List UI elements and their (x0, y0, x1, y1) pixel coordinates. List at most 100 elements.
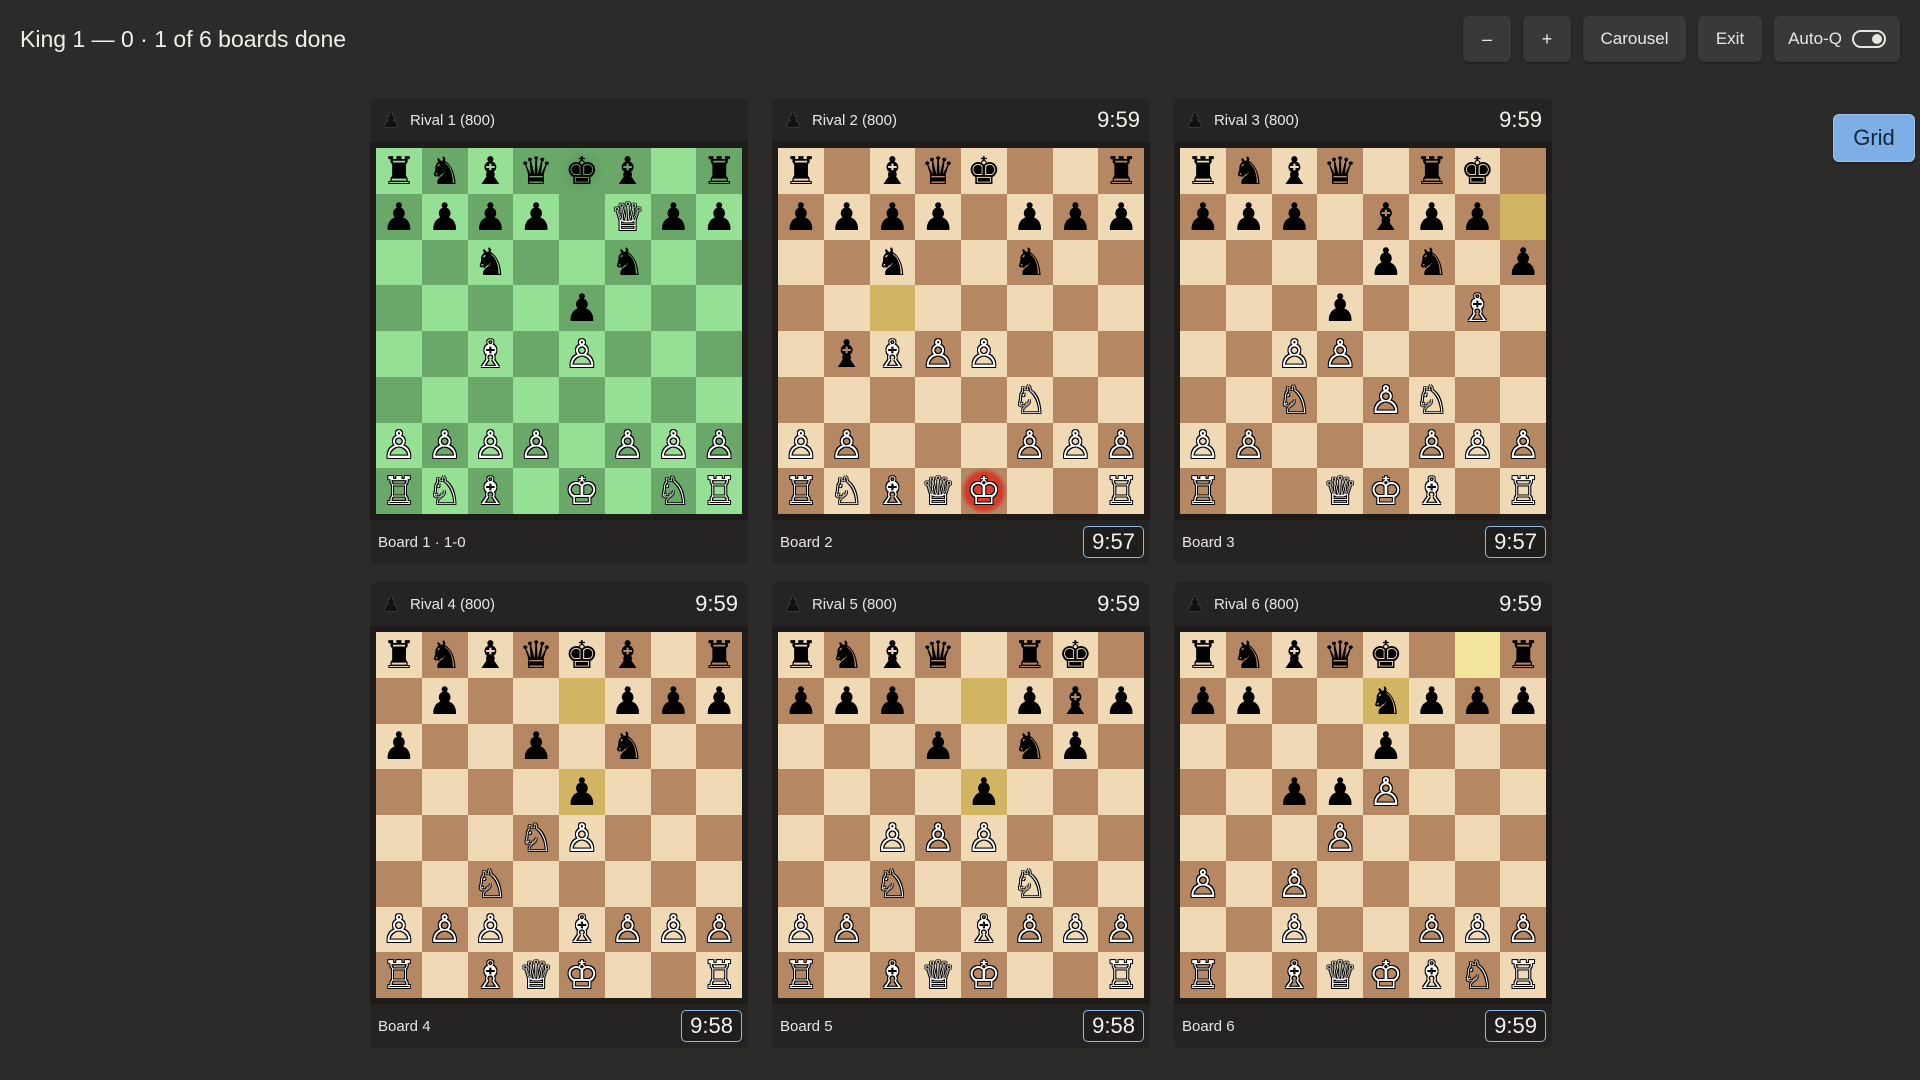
square-d1[interactable] (513, 468, 559, 514)
square-d4[interactable]: ♘ (513, 815, 559, 861)
black-king-icon[interactable]: ♚ (565, 152, 599, 190)
square-a3[interactable] (778, 860, 824, 907)
white-bishop-icon[interactable]: ♗ (875, 956, 909, 994)
square-e8[interactable] (1363, 148, 1409, 194)
square-f6[interactable]: ♞ (1006, 723, 1053, 770)
square-e6[interactable] (961, 239, 1007, 286)
square-h5[interactable] (1098, 285, 1144, 331)
black-queen-icon[interactable]: ♛ (921, 152, 955, 190)
square-e1[interactable]: ♔ (1363, 952, 1409, 998)
white-king-icon[interactable]: ♔ (565, 956, 599, 994)
square-g3[interactable] (1052, 376, 1099, 423)
white-knight-icon[interactable]: ♘ (830, 472, 864, 510)
square-f7[interactable]: ♟ (1006, 677, 1053, 724)
carousel-view-button[interactable]: Carousel (1583, 16, 1686, 62)
square-d7[interactable] (513, 677, 559, 724)
white-rook-icon[interactable]: ♖ (784, 472, 818, 510)
white-pawn-icon[interactable]: ♙ (830, 910, 864, 948)
square-d7[interactable]: ♟ (513, 193, 559, 240)
square-b7[interactable]: ♟ (421, 677, 468, 724)
square-d6[interactable] (1317, 723, 1363, 770)
white-bishop-icon[interactable]: ♗ (1415, 956, 1449, 994)
white-pawn-icon[interactable]: ♙ (921, 819, 955, 857)
square-g5[interactable] (650, 769, 697, 815)
square-c3[interactable]: ♘ (1271, 376, 1318, 423)
square-c6[interactable] (1271, 239, 1318, 286)
square-a7[interactable]: ♟ (376, 193, 422, 240)
square-d5[interactable] (915, 769, 961, 815)
square-b2[interactable]: ♙ (823, 422, 870, 469)
square-e6[interactable] (961, 723, 1007, 770)
square-c7[interactable]: ♟ (1271, 193, 1318, 240)
black-pawn-icon[interactable]: ♟ (702, 198, 736, 236)
square-e7[interactable] (559, 677, 605, 724)
white-pawn-icon[interactable]: ♙ (1277, 910, 1311, 948)
square-d8[interactable]: ♛ (1317, 632, 1363, 678)
square-g5[interactable] (1454, 769, 1501, 815)
square-d1[interactable]: ♕ (1317, 468, 1363, 514)
square-h8[interactable]: ♜ (696, 148, 742, 194)
square-f5[interactable] (1408, 769, 1455, 815)
square-f5[interactable] (1408, 285, 1455, 331)
black-pawn-icon[interactable]: ♟ (967, 773, 1001, 811)
square-f2[interactable]: ♙ (1408, 422, 1455, 469)
square-g1[interactable] (1454, 468, 1501, 514)
square-a2[interactable] (1180, 906, 1226, 953)
white-pawn-icon[interactable]: ♙ (473, 426, 507, 464)
square-e8[interactable]: ♚ (961, 148, 1007, 194)
toggle-switch-icon[interactable] (1851, 30, 1886, 48)
square-h2[interactable]: ♙ (696, 422, 742, 469)
square-f7[interactable]: ♕ (604, 193, 651, 240)
square-h2[interactable]: ♙ (1500, 906, 1546, 953)
square-g7[interactable]: ♝ (1052, 677, 1099, 724)
square-b6[interactable] (823, 723, 870, 770)
square-b1[interactable]: ♘ (823, 468, 870, 514)
square-c5[interactable] (467, 769, 514, 815)
black-knight-icon[interactable]: ♞ (473, 243, 507, 281)
square-a3[interactable] (778, 376, 824, 423)
square-f1[interactable]: ♗ (1408, 468, 1455, 514)
white-knight-icon[interactable]: ♘ (1013, 381, 1047, 419)
square-h2[interactable]: ♙ (1098, 422, 1144, 469)
square-f2[interactable]: ♙ (604, 422, 651, 469)
square-g6[interactable] (1454, 723, 1501, 770)
square-h5[interactable] (1500, 285, 1546, 331)
square-b1[interactable] (1225, 952, 1272, 998)
square-d6[interactable] (915, 239, 961, 286)
square-h6[interactable] (1098, 723, 1144, 770)
square-e8[interactable]: ♚ (559, 632, 605, 678)
white-pawn-icon[interactable]: ♙ (1460, 910, 1494, 948)
white-pawn-icon[interactable]: ♙ (1104, 910, 1138, 948)
square-f8[interactable]: ♜ (1408, 148, 1455, 194)
square-g8[interactable] (1052, 148, 1099, 194)
square-b5[interactable] (823, 769, 870, 815)
square-e2[interactable] (961, 422, 1007, 469)
white-pawn-icon[interactable]: ♙ (519, 426, 553, 464)
black-pawn-icon[interactable]: ♟ (875, 198, 909, 236)
black-pawn-icon[interactable]: ♟ (565, 773, 599, 811)
white-king-icon[interactable]: ♔ (1369, 472, 1403, 510)
square-g4[interactable] (1454, 331, 1501, 377)
square-c4[interactable]: ♙ (869, 815, 916, 861)
square-g3[interactable] (1052, 860, 1099, 907)
white-pawn-icon[interactable]: ♙ (473, 910, 507, 948)
square-d5[interactable]: ♟ (1317, 769, 1363, 815)
square-a4[interactable] (1180, 815, 1226, 861)
square-b3[interactable] (1225, 860, 1272, 907)
square-d5[interactable] (915, 285, 961, 331)
black-knight-icon[interactable]: ♞ (875, 243, 909, 281)
white-pawn-icon[interactable]: ♙ (656, 910, 690, 948)
square-e5[interactable] (961, 285, 1007, 331)
square-b7[interactable]: ♟ (1225, 677, 1272, 724)
square-h3[interactable] (1098, 376, 1144, 423)
square-a3[interactable] (376, 376, 422, 423)
square-e4[interactable] (1363, 331, 1409, 377)
square-f4[interactable] (1006, 815, 1053, 861)
black-pawn-icon[interactable]: ♟ (1460, 198, 1494, 236)
black-rook-icon[interactable]: ♜ (784, 152, 818, 190)
square-d8[interactable]: ♛ (513, 148, 559, 194)
square-g6[interactable] (650, 723, 697, 770)
white-pawn-icon[interactable]: ♙ (702, 426, 736, 464)
square-b8[interactable]: ♞ (421, 632, 468, 678)
square-a1[interactable]: ♖ (1180, 468, 1226, 514)
